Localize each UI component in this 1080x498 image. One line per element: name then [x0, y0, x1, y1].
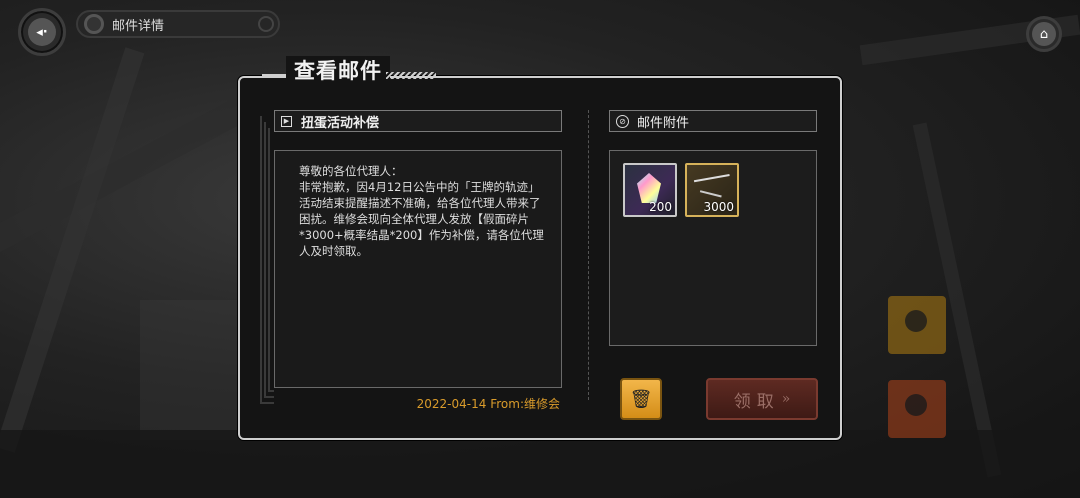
mail-subject: 扭蛋活动补偿	[301, 115, 380, 131]
back-button[interactable]: ◂·	[18, 8, 66, 56]
attachments-title: 邮件附件	[637, 115, 690, 131]
attachment-crystal[interactable]: 200	[623, 163, 677, 217]
attachments-header: ⊘ 邮件附件	[609, 110, 817, 132]
claim-label: 领取	[733, 391, 780, 412]
mail-sender: From:维修会	[490, 397, 560, 411]
mail-footer: 2022-04-14 From:维修会	[417, 395, 560, 412]
attachment-count: 200	[649, 200, 672, 214]
chevron-down-icon: »	[781, 391, 791, 407]
back-arrow-icon: ◂·	[28, 18, 56, 46]
attachment-mask-shard[interactable]: 3000	[685, 163, 739, 217]
trash-icon: 🗑	[629, 388, 653, 410]
attachment-count: 3000	[703, 200, 734, 214]
title-line	[262, 74, 286, 77]
paperclip-icon: ⊘	[616, 114, 629, 128]
claim-button[interactable]: 领取 »	[706, 378, 818, 420]
left-decoration	[260, 116, 274, 406]
mail-date: 2022-04-14	[416, 397, 487, 411]
delete-button[interactable]: 🗑	[620, 378, 662, 420]
side-widget-red	[888, 380, 946, 438]
mail-body: 尊敬的各位代理人： 非常抱歉，因4月12日公告中的「王牌的轨迹」活动结束提醒描述…	[274, 150, 562, 388]
play-icon: ▶	[281, 115, 292, 127]
film-reel-icon	[84, 14, 104, 34]
crystal-icon	[637, 173, 661, 203]
pill-end-icon	[258, 16, 274, 32]
dialog-title: 查看邮件	[286, 56, 390, 86]
side-widget-yellow	[888, 296, 946, 354]
page-title: 邮件详情	[112, 18, 165, 34]
mail-subject-header: ▶ 扭蛋活动补偿	[274, 110, 562, 132]
page-title-pill: 邮件详情	[76, 10, 280, 38]
column-divider	[588, 110, 589, 400]
home-icon: ⌂	[1032, 22, 1056, 46]
title-stripes	[386, 72, 436, 79]
home-button[interactable]: ⌂	[1026, 16, 1062, 52]
